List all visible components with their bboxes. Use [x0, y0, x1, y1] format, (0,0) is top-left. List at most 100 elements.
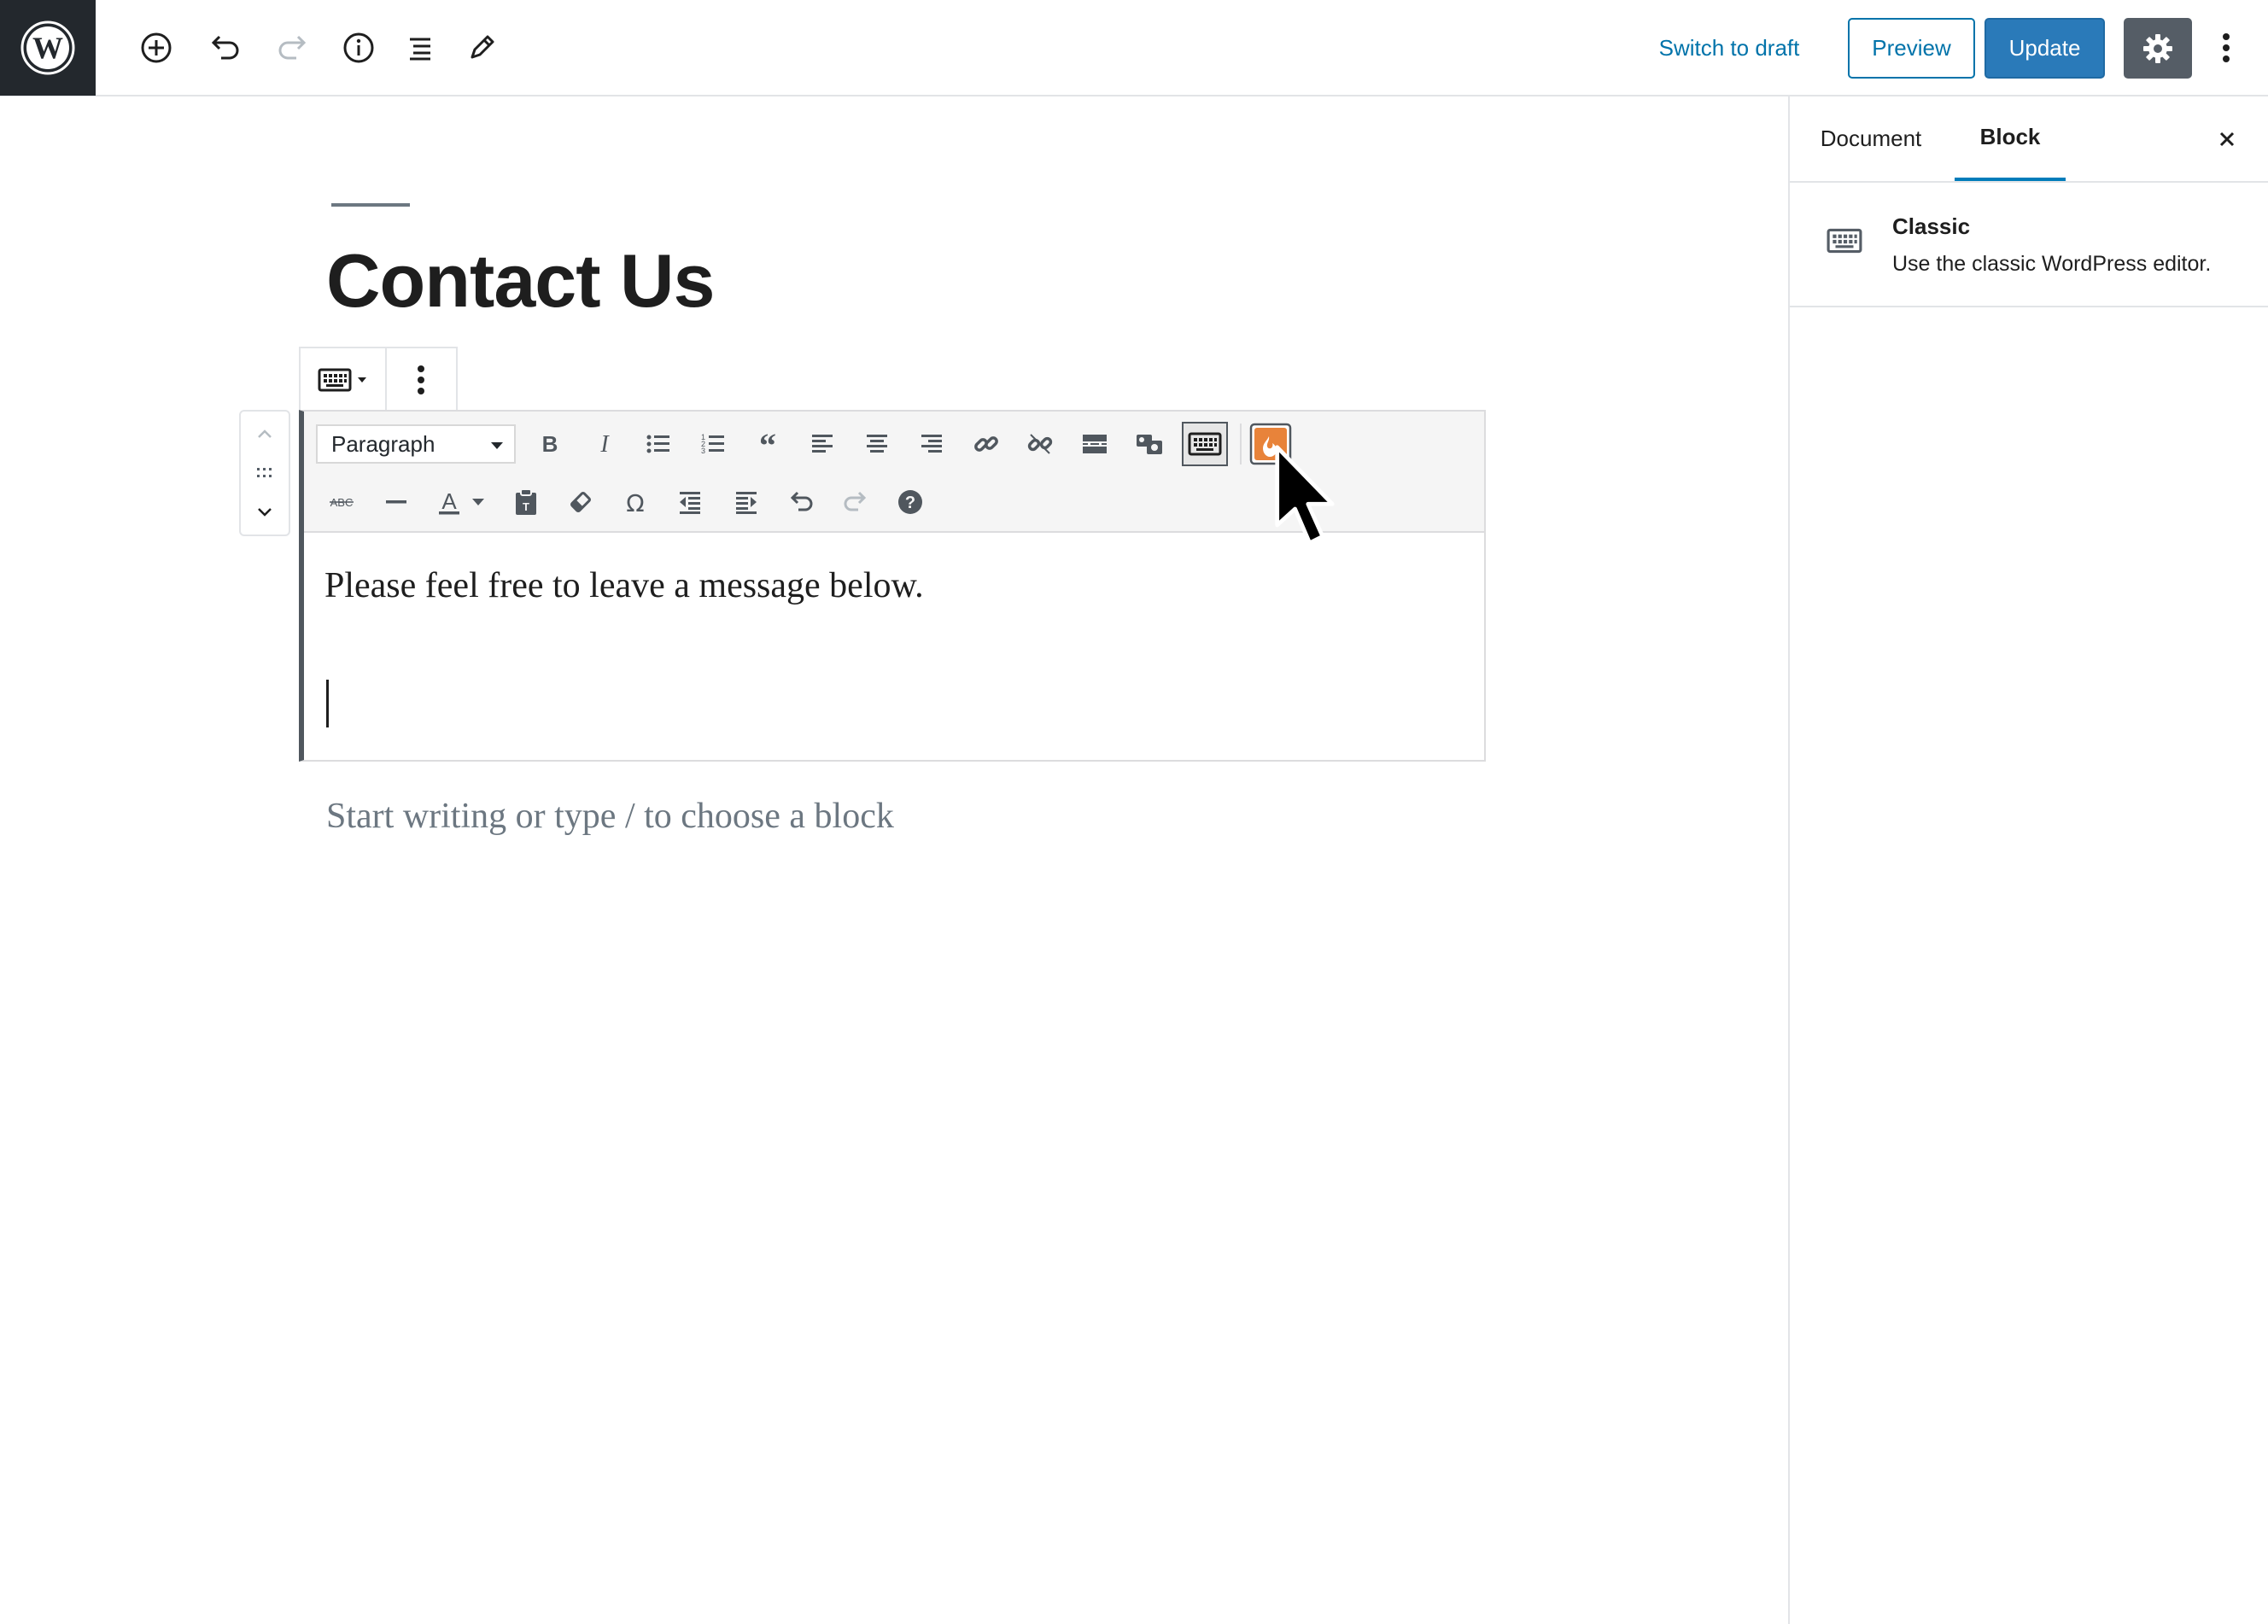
bold-button[interactable]: B [526, 420, 574, 468]
chevron-down-icon [358, 377, 367, 383]
blockquote-button[interactable]: “ [744, 420, 792, 468]
editor-redo-button[interactable] [832, 478, 880, 526]
block-card-description: Use the classic WordPress editor. [1892, 252, 2212, 276]
indent-button[interactable] [722, 478, 770, 526]
plus-circle-icon[interactable] [131, 22, 182, 73]
toolbar-toggle-button[interactable] [1182, 422, 1228, 466]
settings-sidebar: Document Block Classic Use the classic W… [1788, 96, 2268, 1624]
format-select[interactable]: Paragraph [316, 424, 516, 464]
outdent-icon [680, 492, 700, 514]
editor-undo-button[interactable] [777, 478, 825, 526]
content-paragraph[interactable]: Please feel free to leave a message belo… [324, 565, 924, 606]
chevron-down-icon [258, 508, 272, 517]
block-card-title: Classic [1892, 213, 1971, 239]
block-appender-placeholder[interactable]: Start writing or type / to choose a bloc… [326, 796, 894, 837]
tab-block[interactable]: Block [1955, 96, 2066, 181]
tab-document[interactable]: Document [1815, 96, 1926, 181]
add-media-icon [1137, 435, 1162, 454]
keyboard-icon [1827, 228, 1862, 254]
align-right-icon [921, 435, 942, 453]
move-up-button[interactable] [241, 415, 289, 453]
numbered-list-icon: 123 [701, 433, 724, 455]
toolbar-divider [1240, 424, 1242, 464]
gear-icon [2143, 33, 2172, 63]
link-button[interactable] [962, 420, 1010, 468]
italic-button[interactable]: I [581, 420, 628, 468]
sidebar-tabs: Document Block [1790, 96, 2268, 183]
align-center-icon [867, 435, 887, 453]
italic-icon: I [599, 431, 610, 457]
drag-handle-icon [257, 468, 272, 477]
text-caret [326, 680, 329, 727]
keyboard-icon [1188, 432, 1222, 456]
strikethrough-button[interactable]: ABC [318, 478, 365, 526]
bold-icon: B [542, 431, 558, 457]
align-left-icon [812, 435, 833, 453]
update-button[interactable]: Update [1984, 18, 2105, 79]
text-color-icon: A [439, 488, 459, 515]
redo-icon[interactable] [267, 22, 319, 73]
special-character-button[interactable]: Ω [611, 478, 659, 526]
wordpress-logo-icon[interactable]: W [0, 0, 96, 96]
outdent-button[interactable] [666, 478, 714, 526]
block-more-button[interactable] [387, 348, 456, 412]
help-icon: ? [898, 490, 922, 514]
clear-formatting-icon [570, 492, 591, 512]
bullet-list-button[interactable] [634, 420, 682, 468]
pencil-icon[interactable] [456, 22, 507, 73]
block-card: Classic Use the classic WordPress editor… [1790, 183, 2268, 307]
info-icon[interactable] [333, 22, 384, 73]
help-button[interactable]: ? [886, 478, 934, 526]
svg-text:I: I [599, 431, 610, 457]
align-right-button[interactable] [908, 420, 956, 468]
move-down-button[interactable] [241, 494, 289, 531]
svg-text:B: B [542, 431, 558, 457]
chevron-up-icon [258, 429, 272, 438]
classic-editor-content[interactable]: Please feel free to leave a message belo… [324, 565, 924, 606]
link-icon [974, 436, 998, 452]
more-options-button[interactable] [2205, 22, 2248, 73]
post-title[interactable]: Contact Us [326, 237, 715, 324]
settings-button[interactable] [2124, 18, 2192, 79]
paste-text-button[interactable]: T [502, 478, 550, 526]
svg-text:A: A [441, 488, 457, 514]
horizontal-line-icon [386, 500, 406, 504]
read-more-icon [1083, 435, 1107, 453]
unlink-button[interactable] [1016, 420, 1064, 468]
unlink-icon [1027, 434, 1053, 454]
align-center-button[interactable] [853, 420, 901, 468]
special-character-icon: Ω [626, 489, 644, 516]
format-select-value: Paragraph [331, 430, 435, 457]
text-color-dropdown[interactable] [463, 478, 494, 526]
switch-to-draft-button[interactable]: Switch to draft [1627, 22, 1832, 73]
paste-text-icon: T [516, 488, 536, 515]
clear-formatting-button[interactable] [557, 478, 605, 526]
chevron-down-icon [491, 442, 503, 449]
indent-icon [736, 492, 757, 514]
svg-text:T: T [523, 500, 529, 513]
align-left-button[interactable] [798, 420, 846, 468]
strikethrough-icon: ABC [330, 496, 354, 509]
svg-text:“: “ [759, 431, 776, 457]
block-toolbar [299, 347, 458, 412]
more-vertical-icon [2223, 33, 2230, 62]
list-view-icon[interactable] [395, 22, 446, 73]
more-vertical-icon [418, 365, 425, 394]
svg-text:Ω: Ω [626, 489, 644, 516]
svg-text:W: W [32, 31, 63, 65]
close-icon [2219, 131, 2235, 147]
read-more-button[interactable] [1071, 420, 1119, 468]
mouse-pointer-icon [1275, 445, 1335, 546]
close-sidebar-button[interactable] [2208, 120, 2246, 158]
editor-header: W Switch to draft Preview Update [0, 0, 2268, 96]
preview-button[interactable]: Preview [1848, 18, 1975, 79]
add-media-button[interactable] [1125, 420, 1173, 468]
block-switcher-button[interactable] [301, 348, 387, 412]
drag-handle-button[interactable] [241, 454, 289, 492]
block-mover [239, 410, 290, 536]
horizontal-line-button[interactable] [372, 478, 420, 526]
redo-icon [844, 491, 867, 511]
numbered-list-button[interactable]: 123 [689, 420, 737, 468]
undo-icon[interactable] [199, 22, 250, 73]
title-separator [331, 203, 410, 207]
